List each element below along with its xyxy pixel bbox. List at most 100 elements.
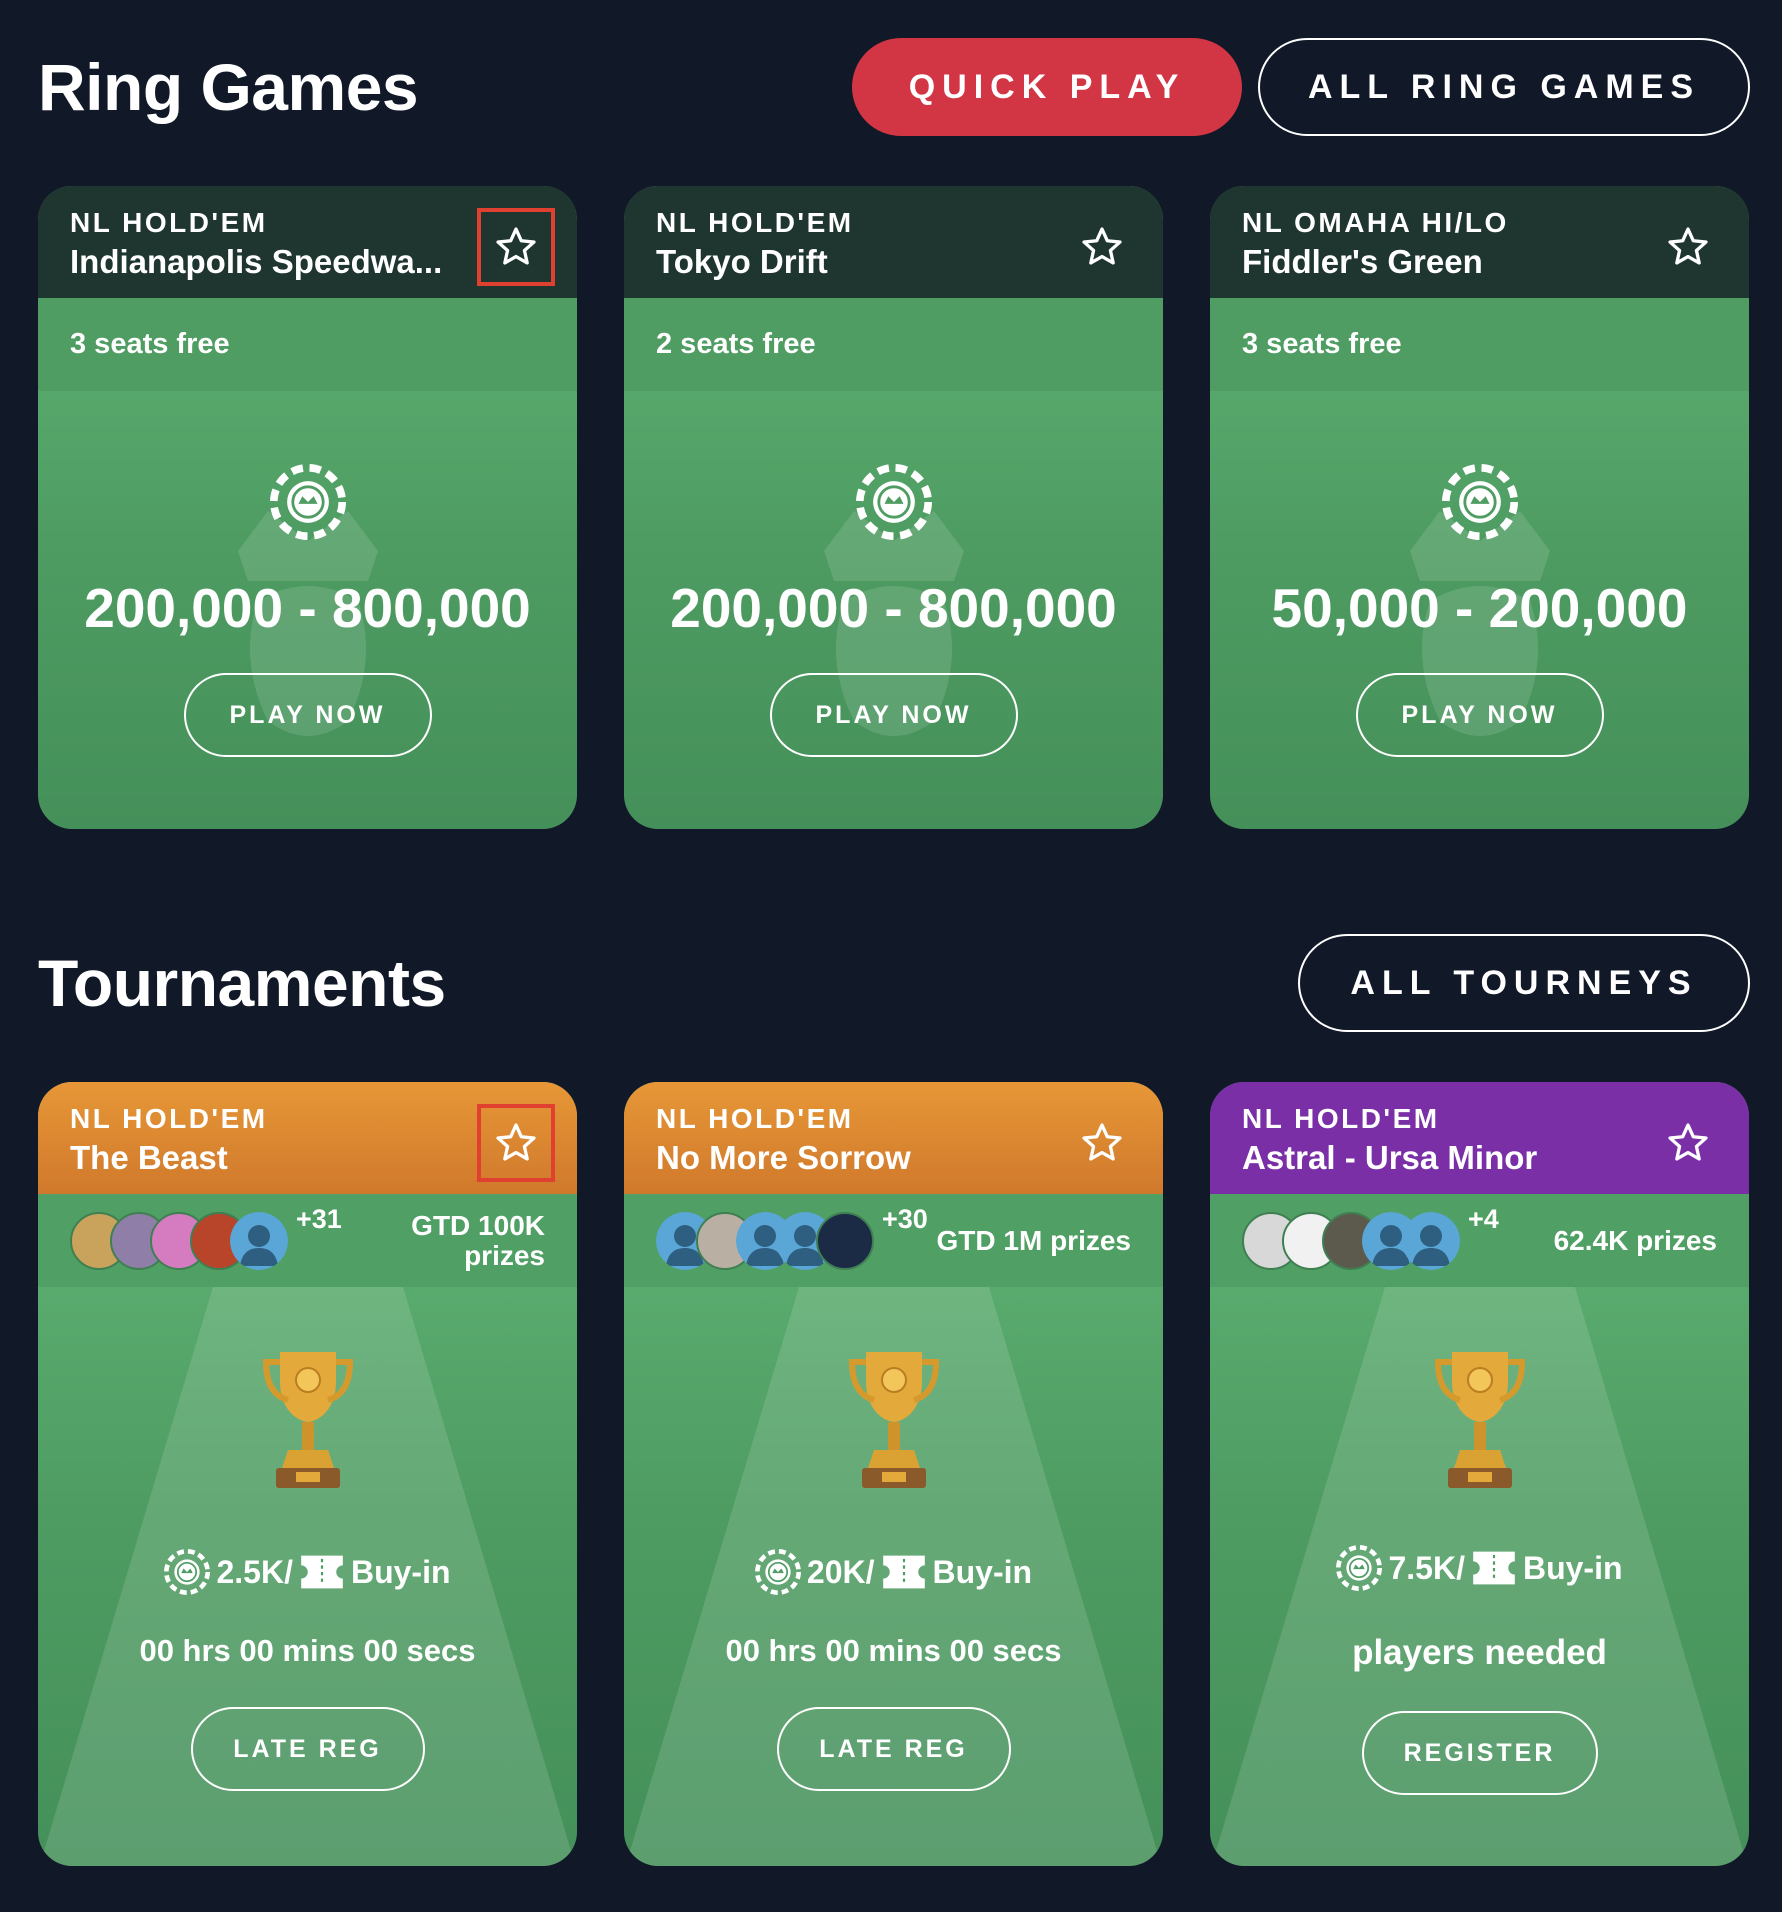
ring-games-header: Ring Games QUICK PLAY ALL RING GAMES — [38, 38, 1750, 136]
prizes-line: 62.4K prizes — [1553, 1224, 1717, 1256]
card-body: 50,000 - 200,000 PLAY NOW — [1210, 391, 1749, 829]
register-button[interactable]: REGISTER — [1361, 1711, 1598, 1795]
card-header: NL HOLD'EM Indianapolis Speedwa... — [38, 186, 577, 298]
favorite-star-button[interactable] — [1649, 208, 1727, 286]
buyin-row: 2.5K/ Buy-in — [38, 1549, 577, 1595]
prizes-label: GTD 1M prizes — [936, 1224, 1131, 1256]
countdown-timer: 00 hrs 00 mins 00 secs — [139, 1633, 476, 1668]
star-icon — [494, 225, 538, 269]
countdown-timer: 00 hrs 00 mins 00 secs — [725, 1633, 1062, 1668]
player-avatars: +4 — [1242, 1204, 1499, 1270]
game-type-label: NL HOLD'EM — [1242, 1103, 1440, 1134]
players-bar: +30 GTD 1M prizes — [624, 1194, 1163, 1287]
trophy-icon — [1430, 1342, 1530, 1502]
trophy-icon — [258, 1342, 358, 1502]
table-name: Tokyo Drift — [656, 243, 828, 280]
play-now-button[interactable]: PLAY NOW — [1355, 673, 1604, 757]
buyin-amount: 2.5K/ — [216, 1553, 293, 1590]
favorite-star-button[interactable] — [477, 208, 555, 286]
favorite-star-button[interactable] — [1063, 1104, 1141, 1182]
card-header: NL OMAHA HI/LO Fiddler's Green — [1210, 186, 1749, 298]
star-icon — [1666, 1121, 1710, 1165]
players-bar: +4 62.4K prizes — [1210, 1194, 1749, 1287]
star-icon — [1666, 225, 1710, 269]
game-type-label: NL OMAHA HI/LO — [1242, 207, 1509, 238]
extra-players-count: +30 — [882, 1203, 928, 1234]
favorite-star-button[interactable] — [1063, 208, 1141, 286]
ticket-icon — [1471, 1545, 1517, 1591]
players-bar: +31 GTD 100K prizes — [38, 1194, 577, 1287]
tournament-card[interactable]: NL HOLD'EM Astral - Ursa Minor +4 62.4K … — [1210, 1082, 1749, 1866]
tournaments-header: Tournaments ALL TOURNEYS — [38, 934, 1750, 1032]
tournaments-actions: ALL TOURNEYS — [1298, 934, 1750, 1032]
tournament-card[interactable]: NL HOLD'EM The Beast +31 GTD 100K prizes… — [38, 1082, 577, 1866]
late-reg-button[interactable]: LATE REG — [776, 1707, 1011, 1791]
buyin-label: Buy-in — [932, 1553, 1033, 1590]
buyin-row: 20K/ Buy-in — [624, 1549, 1163, 1595]
buyin-amount: 20K/ — [806, 1553, 875, 1590]
chip-icon — [1442, 464, 1518, 540]
buyin-amount: 7.5K/ — [1388, 1549, 1465, 1586]
tournament-name: Astral - Ursa Minor — [1242, 1139, 1538, 1176]
avatar — [816, 1211, 874, 1270]
all-ring-games-button[interactable]: ALL RING GAMES — [1258, 38, 1750, 136]
stakes-label: 200,000 - 800,000 — [84, 577, 531, 639]
star-icon — [494, 1121, 538, 1165]
ring-game-card[interactable]: NL HOLD'EM Tokyo Drift 2 seats free 200,… — [624, 186, 1163, 829]
chip-icon — [164, 1549, 210, 1595]
player-avatars: +30 — [656, 1204, 928, 1270]
card-header: NL HOLD'EM Astral - Ursa Minor — [1210, 1082, 1749, 1194]
tournament-name: The Beast — [70, 1139, 228, 1176]
status-label: players needed — [1352, 1633, 1607, 1672]
late-reg-button[interactable]: LATE REG — [190, 1707, 425, 1791]
favorite-star-button[interactable] — [477, 1104, 555, 1182]
star-icon — [1080, 225, 1124, 269]
card-body: 200,000 - 800,000 PLAY NOW — [624, 391, 1163, 829]
buyin-label: Buy-in — [1522, 1549, 1623, 1586]
chip-icon — [755, 1549, 801, 1595]
tournament-name: No More Sorrow — [656, 1139, 911, 1176]
buyin-label: Buy-in — [350, 1553, 451, 1590]
table-name: Fiddler's Green — [1242, 243, 1483, 280]
card-body: 7.5K/ Buy-in players needed REGISTER — [1210, 1287, 1749, 1866]
tournament-card[interactable]: NL HOLD'EM No More Sorrow +30 GTD 1M pri… — [624, 1082, 1163, 1866]
quick-play-button[interactable]: QUICK PLAY — [852, 38, 1242, 136]
extra-players-count: +4 — [1468, 1203, 1499, 1234]
favorite-star-button[interactable] — [1649, 1104, 1727, 1182]
ticket-icon — [299, 1549, 345, 1595]
card-header: NL HOLD'EM No More Sorrow — [624, 1082, 1163, 1194]
chip-icon — [1336, 1545, 1382, 1591]
play-now-button[interactable]: PLAY NOW — [183, 673, 432, 757]
prizes-label: 62.4K prizes — [1553, 1224, 1717, 1256]
chip-icon — [270, 464, 346, 540]
player-avatars: +31 — [70, 1204, 342, 1270]
table-name: Indianapolis Speedwa... — [70, 243, 443, 280]
game-type-label: NL HOLD'EM — [70, 1103, 268, 1134]
all-tourneys-button[interactable]: ALL TOURNEYS — [1298, 934, 1750, 1032]
prizes-line: GTD 100K — [411, 1209, 545, 1241]
trophy-icon — [844, 1342, 944, 1502]
ring-games-actions: QUICK PLAY ALL RING GAMES — [852, 38, 1750, 136]
card-header: NL HOLD'EM Tokyo Drift — [624, 186, 1163, 298]
buyin-row: 7.5K/ Buy-in — [1210, 1545, 1749, 1591]
tournaments-title: Tournaments — [38, 946, 446, 1020]
play-now-button[interactable]: PLAY NOW — [769, 673, 1018, 757]
game-type-label: NL HOLD'EM — [656, 1103, 854, 1134]
avatar-icon — [230, 1212, 288, 1270]
avatar-icon — [1402, 1212, 1460, 1270]
card-header: NL HOLD'EM The Beast — [38, 1082, 577, 1194]
seats-free-label: 2 seats free — [624, 298, 1163, 391]
chip-icon — [856, 464, 932, 540]
seats-free-label: 3 seats free — [1210, 298, 1749, 391]
prizes-line: prizes — [464, 1239, 545, 1271]
stakes-label: 200,000 - 800,000 — [670, 577, 1117, 639]
game-type-label: NL HOLD'EM — [656, 207, 854, 238]
game-type-label: NL HOLD'EM — [70, 207, 268, 238]
card-body: 20K/ Buy-in 00 hrs 00 mins 00 secs LATE … — [624, 1287, 1163, 1866]
prizes-line: GTD 1M prizes — [936, 1224, 1131, 1256]
prizes-label: GTD 100K prizes — [411, 1209, 545, 1271]
ring-game-card[interactable]: NL HOLD'EM Indianapolis Speedwa... 3 sea… — [38, 186, 577, 829]
ring-game-card[interactable]: NL OMAHA HI/LO Fiddler's Green 3 seats f… — [1210, 186, 1749, 829]
stakes-label: 50,000 - 200,000 — [1271, 577, 1688, 639]
card-body: 2.5K/ Buy-in 00 hrs 00 mins 00 secs LATE… — [38, 1287, 577, 1866]
